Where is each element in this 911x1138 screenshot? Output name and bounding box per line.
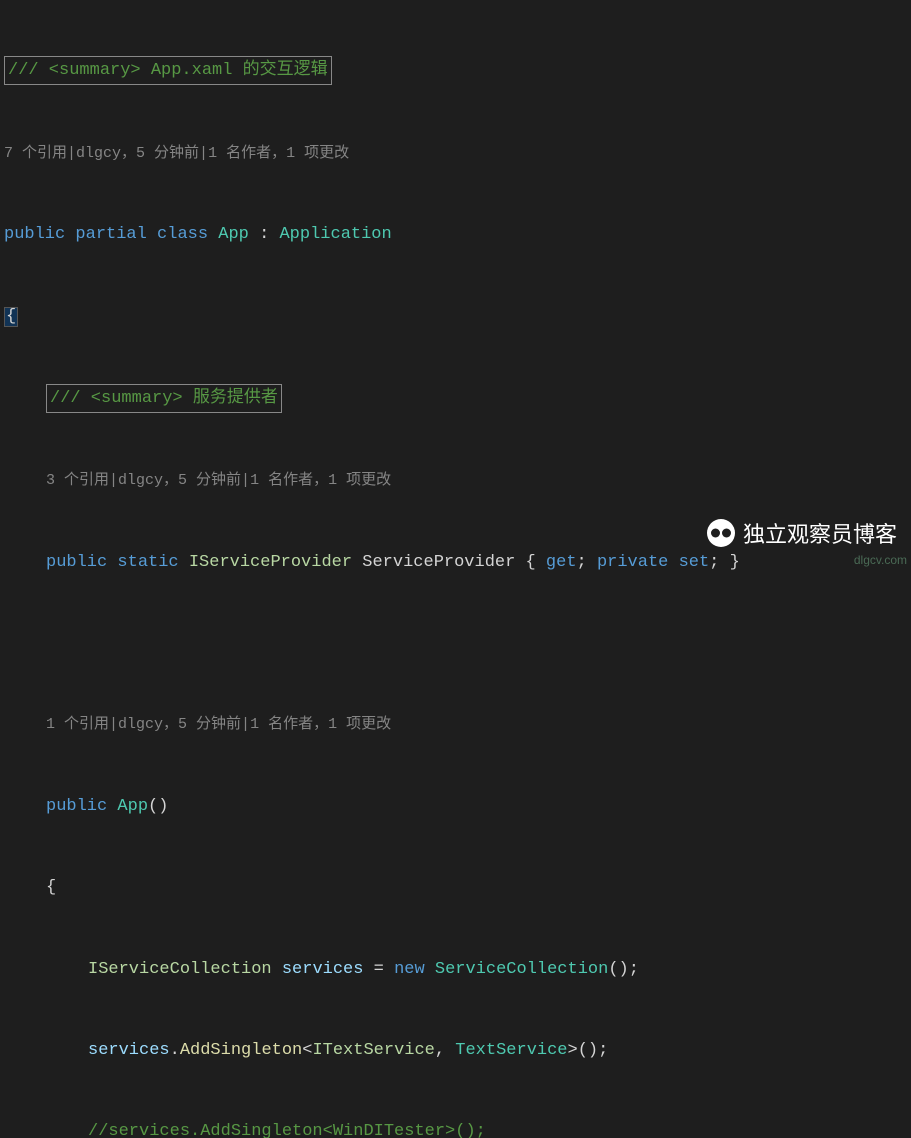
blank-line [4,630,911,657]
class-declaration: public partial class App : Application [4,221,911,248]
stmt-services-decl: IServiceCollection services = new Servic… [4,956,911,983]
codelens-ctor[interactable]: 1 个引用|dlgcy，5 分钟前|1 名作者，1 项更改 [4,711,911,738]
watermark-text: 独立观察员博客 [743,517,897,549]
codelens-property[interactable]: 3 个引用|dlgcy，5 分钟前|1 名作者，1 项更改 [4,467,911,494]
summary-class: /// <summary> App.xaml 的交互逻辑 [4,56,911,85]
brace-open-class: { [4,303,911,330]
brace-open-ctor: { [4,874,911,901]
code-editor[interactable]: /// <summary> App.xaml 的交互逻辑 7 个引用|dlgcy… [0,0,911,1138]
ctor-declaration: public App() [4,793,911,820]
corner-url: dlgcv.com [854,553,907,567]
watermark: 独立观察员博客 [707,517,897,549]
stmt-add-singleton: services.AddSingleton<ITextService, Text… [4,1037,911,1064]
codelens-class[interactable]: 7 个引用|dlgcy，5 分钟前|1 名作者，1 项更改 [4,140,911,167]
summary-property: /// <summary> 服务提供者 [4,384,911,413]
wechat-icon [707,519,735,547]
stmt-commented-singleton: //services.AddSingleton<WinDITester>(); [4,1118,911,1138]
property-declaration: public static IServiceProvider ServicePr… [4,549,911,576]
